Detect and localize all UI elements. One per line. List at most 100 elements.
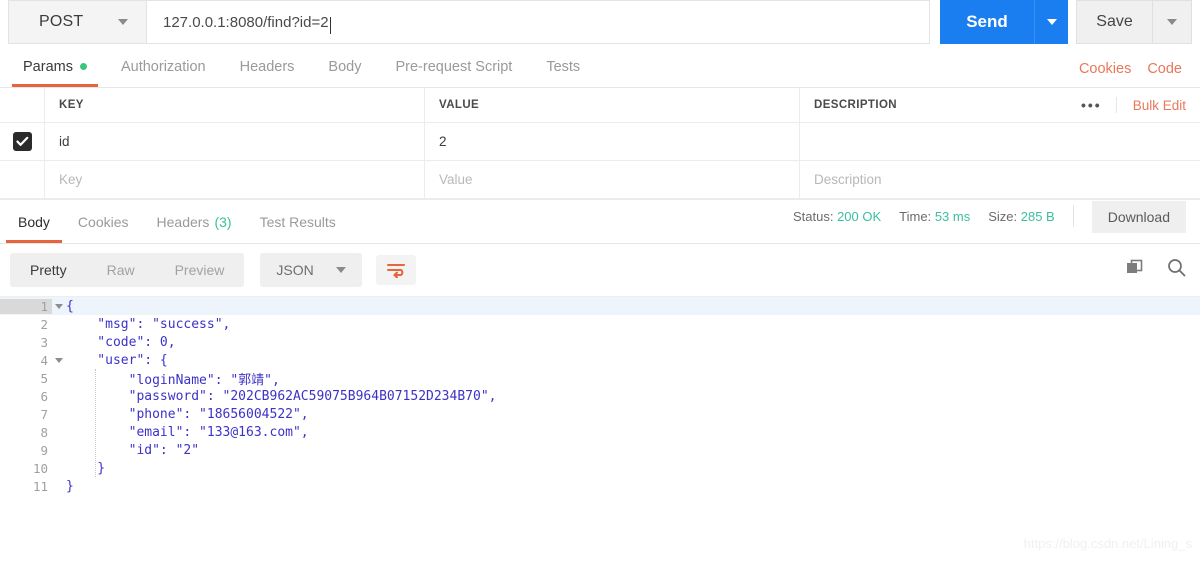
line-number: 2	[40, 316, 48, 332]
code-line: 11 }	[0, 477, 1200, 495]
tab-headers-label: Headers	[239, 58, 295, 75]
check-icon	[15, 136, 28, 146]
response-headers-count: (3)	[214, 213, 232, 230]
line-number: 9	[40, 442, 48, 458]
empty-row-key-input[interactable]: Key	[45, 161, 425, 199]
tab-tests[interactable]: Tests	[529, 46, 597, 87]
response-tab-body[interactable]: Body	[4, 200, 64, 243]
fold-toggle-icon[interactable]	[52, 303, 66, 309]
empty-row-description-input[interactable]: Description	[800, 161, 1200, 199]
empty-row-value-input[interactable]: Value	[425, 161, 800, 199]
code-line: 9 "id": "2"	[0, 441, 1200, 459]
line-number: 4	[40, 352, 48, 368]
response-format-bar: Pretty Raw Preview JSON	[0, 244, 1200, 296]
line-number: 1	[0, 298, 52, 314]
language-selector[interactable]: JSON	[260, 253, 362, 287]
line-number: 3	[40, 334, 48, 350]
cookies-link[interactable]: Cookies	[1079, 61, 1131, 77]
search-button[interactable]	[1167, 258, 1186, 282]
code-line-text: "loginName": "郭靖",	[66, 372, 280, 388]
tab-headers[interactable]: Headers	[223, 46, 312, 87]
code-line: 8 "email": "133@163.com",	[0, 423, 1200, 441]
code-line-text: "user": {	[66, 352, 168, 368]
tab-authorization[interactable]: Authorization	[104, 46, 223, 87]
bulk-edit-link[interactable]: Bulk Edit	[1117, 98, 1186, 113]
code-line-text: {	[66, 298, 74, 314]
code-line: 4 "user": {	[0, 351, 1200, 369]
tab-pre-request-script-label: Pre-request Script	[395, 58, 513, 75]
response-tab-body-label: Body	[18, 213, 50, 230]
table-row[interactable]: id 2	[0, 123, 1200, 161]
response-tab-headers[interactable]: Headers (3)	[143, 200, 246, 243]
code-line: 6 "password": "202CB962AC59075B964B07152…	[0, 387, 1200, 405]
tab-authorization-label: Authorization	[120, 58, 206, 75]
word-wrap-button[interactable]	[375, 255, 416, 285]
status-value: 200 OK	[837, 208, 882, 224]
response-tab-cookies-label: Cookies	[77, 213, 129, 230]
http-method-label: POST	[39, 13, 84, 30]
line-number: 5	[40, 370, 48, 386]
copy-button[interactable]	[1126, 259, 1145, 282]
divider	[1072, 205, 1074, 227]
request-tab-actions: Cookies Code	[1079, 61, 1200, 87]
row-checkbox-checked[interactable]	[12, 132, 32, 151]
row-checkbox-cell[interactable]	[0, 123, 45, 161]
code-link[interactable]: Code	[1147, 61, 1182, 77]
code-line: 7 "phone": "18656004522",	[0, 405, 1200, 423]
response-tab-cookies[interactable]: Cookies	[64, 200, 143, 243]
more-options-icon[interactable]: •••	[1081, 97, 1117, 113]
url-input[interactable]: 127.0.0.1:8080/find?id=2	[146, 0, 930, 44]
response-tab-headers-label: Headers	[156, 213, 210, 230]
code-line: 5 "loginName": "郭靖",	[0, 369, 1200, 388]
code-line: 1 {	[0, 297, 1200, 315]
tab-pre-request-script[interactable]: Pre-request Script	[378, 46, 529, 87]
watermark: https://blog.csdn.net/Lining_s	[1023, 536, 1192, 551]
code-line-text: "email": "133@163.com",	[66, 424, 309, 440]
params-table: KEY VALUE DESCRIPTION ••• Bulk Edit id 2	[0, 88, 1200, 200]
view-mode-raw[interactable]: Raw	[87, 253, 155, 287]
send-options-button[interactable]	[1034, 0, 1068, 44]
code-line-text: "id": "2"	[66, 442, 200, 458]
table-row-empty[interactable]: Key Value Description	[0, 161, 1200, 199]
size-label: Size:	[988, 208, 1018, 224]
text-cursor	[329, 16, 331, 34]
line-number: 7	[40, 406, 48, 422]
send-button[interactable]: Send	[940, 0, 1034, 44]
tab-body[interactable]: Body	[311, 46, 378, 87]
code-line-text: "msg": "success",	[66, 316, 231, 332]
tab-body-label: Body	[328, 58, 362, 75]
view-mode-preview[interactable]: Preview	[155, 253, 245, 287]
response-meta: Status: 200 OK Time: 53 ms Size: 285 B D…	[793, 201, 1200, 243]
line-number: 8	[40, 424, 48, 440]
download-button[interactable]: Download	[1091, 201, 1186, 233]
copy-icon	[1127, 259, 1143, 273]
empty-row-checkbox-cell[interactable]	[0, 161, 45, 199]
row-value-input[interactable]: 2	[425, 123, 800, 161]
column-header-description-label: DESCRIPTION	[814, 99, 897, 111]
save-options-button[interactable]	[1152, 0, 1192, 44]
response-body-viewer[interactable]: 1 { 2 "msg": "success", 3 "code": 0, 4 "…	[0, 296, 1200, 495]
tab-params-label: Params	[23, 58, 73, 75]
select-all-cell	[0, 88, 45, 123]
chevron-down-icon	[118, 19, 128, 25]
params-active-dot-icon	[79, 63, 87, 70]
code-line: 2 "msg": "success",	[0, 315, 1200, 333]
view-mode-pretty[interactable]: Pretty	[10, 253, 87, 287]
row-key-input[interactable]: id	[45, 123, 425, 161]
save-button[interactable]: Save	[1076, 0, 1152, 44]
row-description-input[interactable]	[800, 123, 1200, 161]
code-line-text: "phone": "18656004522",	[66, 406, 309, 422]
tab-params[interactable]: Params	[6, 46, 104, 87]
column-header-description: DESCRIPTION ••• Bulk Edit	[800, 88, 1200, 123]
response-tab-test-results[interactable]: Test Results	[246, 200, 350, 243]
fold-toggle-icon[interactable]	[52, 357, 66, 363]
http-method-selector[interactable]: POST	[8, 0, 146, 44]
line-number: 11	[32, 478, 48, 494]
view-mode-segment: Pretty Raw Preview	[10, 253, 245, 287]
time-value: 53 ms	[934, 208, 971, 224]
chevron-down-icon	[1167, 19, 1177, 25]
status-label: Status:	[792, 208, 834, 224]
url-input-value: 127.0.0.1:8080/find?id=2	[163, 13, 329, 31]
size-value: 285 B	[1020, 208, 1055, 224]
size-badge: Size: 285 B	[988, 209, 1055, 224]
